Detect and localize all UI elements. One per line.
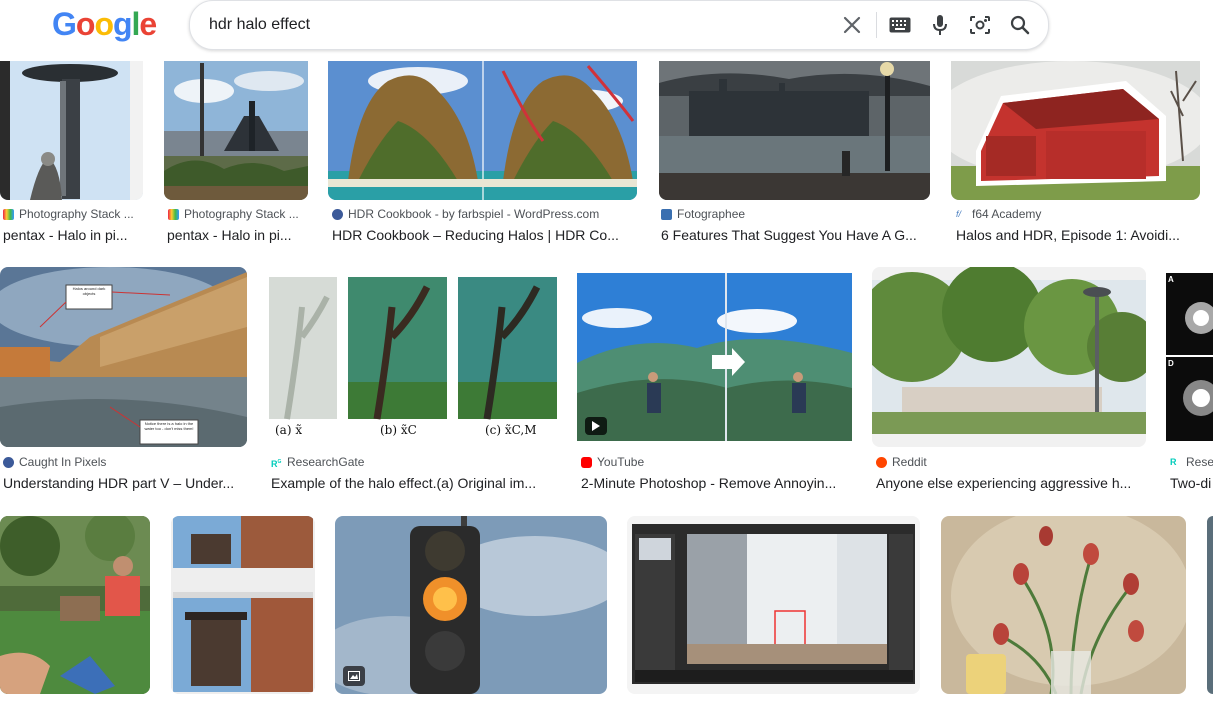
result-source: YouTube [581,455,851,469]
logo-letter: o [75,6,96,42]
search-divider [876,12,877,38]
source-label: Fotographee [677,207,746,221]
result-thumbnail[interactable] [941,516,1186,694]
result-source: R Rese [1170,455,1213,469]
result-thumbnail[interactable] [0,61,143,200]
youtube-icon [581,456,592,468]
header: Google [0,0,1213,61]
result-thumbnail[interactable]: (a) x̃ (b) x̃C (c) x̃C,M [267,267,557,447]
favicon-icon [3,208,14,220]
result-source: Fotographee [661,207,926,221]
result-title[interactable]: pentax - Halo in pi... [167,227,305,243]
search-icon[interactable] [1008,13,1032,37]
source-label: ResearchGate [287,455,365,469]
source-label: f64 Academy [972,207,1042,221]
result-title[interactable]: Example of the halo effect.(a) Original … [271,475,551,491]
source-label: Reddit [892,455,927,469]
lens-camera-icon[interactable] [968,13,992,37]
result-title[interactable]: 6 Features That Suggest You Have A G... [661,227,929,243]
result-thumbnail[interactable] [659,61,930,200]
reddit-icon [876,456,887,468]
microphone-icon[interactable] [928,13,952,37]
result-title[interactable]: 2-Minute Photoshop - Remove Annoyin... [581,475,851,491]
callout-label: Notice there is a halo in the water too … [144,421,194,431]
image-icon [343,666,365,686]
result-title[interactable]: Anyone else experiencing aggressive h... [876,475,1142,491]
figure-label: (b) x̃C [380,423,417,437]
result-source: HDR Cookbook - by farbspiel - WordPress.… [332,207,632,221]
keyboard-icon[interactable] [888,13,912,37]
result-source: Caught In Pixels [3,455,243,469]
result-title[interactable]: Understanding HDR part V – Under... [3,475,245,491]
result-source: Photography Stack ... [3,207,141,221]
logo-letter: l [131,6,141,42]
result-thumbnail[interactable] [0,516,150,694]
source-label: Rese [1186,455,1213,469]
result-thumbnail[interactable] [951,61,1200,200]
result-thumbnail[interactable] [1207,516,1213,694]
result-thumbnail[interactable]: A D [1166,273,1213,441]
result-source: RG ResearchGate [271,455,365,469]
logo-letter: o [94,6,114,42]
result-thumbnail[interactable] [872,267,1146,447]
result-source: f/f64 Academy [956,207,1042,221]
logo-letter: G [52,6,77,42]
fotographee-icon [661,208,672,220]
result-thumbnail[interactable]: Halos around dark objects Notice there i… [0,267,247,447]
play-icon[interactable] [585,417,607,435]
source-label: Photography Stack ... [184,207,299,221]
panel-label: A [1168,275,1174,284]
result-thumbnail[interactable] [627,516,920,694]
result-title[interactable]: Halos and HDR, Episode 1: Avoidi... [956,227,1196,243]
wordpress-icon [332,208,343,220]
wordpress-icon [3,456,14,468]
clear-icon[interactable] [840,13,864,37]
search-input[interactable] [209,13,809,37]
google-logo[interactable]: Google [52,6,157,43]
source-label: Photography Stack ... [19,207,134,221]
result-thumbnail[interactable] [577,273,852,441]
logo-letter: e [139,6,157,42]
source-label: Caught In Pixels [19,455,107,469]
callout-label: Halos around dark objects [72,286,106,296]
panel-label: D [1168,359,1174,368]
result-title[interactable]: HDR Cookbook – Reducing Halos | HDR Co..… [332,227,634,243]
result-title[interactable]: pentax - Halo in pi... [3,227,141,243]
figure-label: (c) x̃C,M [485,423,537,437]
search-box[interactable] [189,0,1049,50]
result-title[interactable]: Two-di [1170,475,1213,491]
result-source: Photography Stack ... [168,207,306,221]
favicon-icon [168,208,179,220]
source-label: YouTube [597,455,645,469]
result-thumbnail[interactable] [171,516,315,694]
result-thumbnail[interactable] [328,61,637,200]
result-thumbnail[interactable] [164,61,308,200]
logo-letter: g [112,6,133,42]
result-source: Reddit [876,455,1142,469]
figure-label: (a) x̃ [275,423,303,437]
result-thumbnail[interactable] [335,516,607,694]
source-label: HDR Cookbook - by farbspiel - WordPress.… [348,207,600,221]
